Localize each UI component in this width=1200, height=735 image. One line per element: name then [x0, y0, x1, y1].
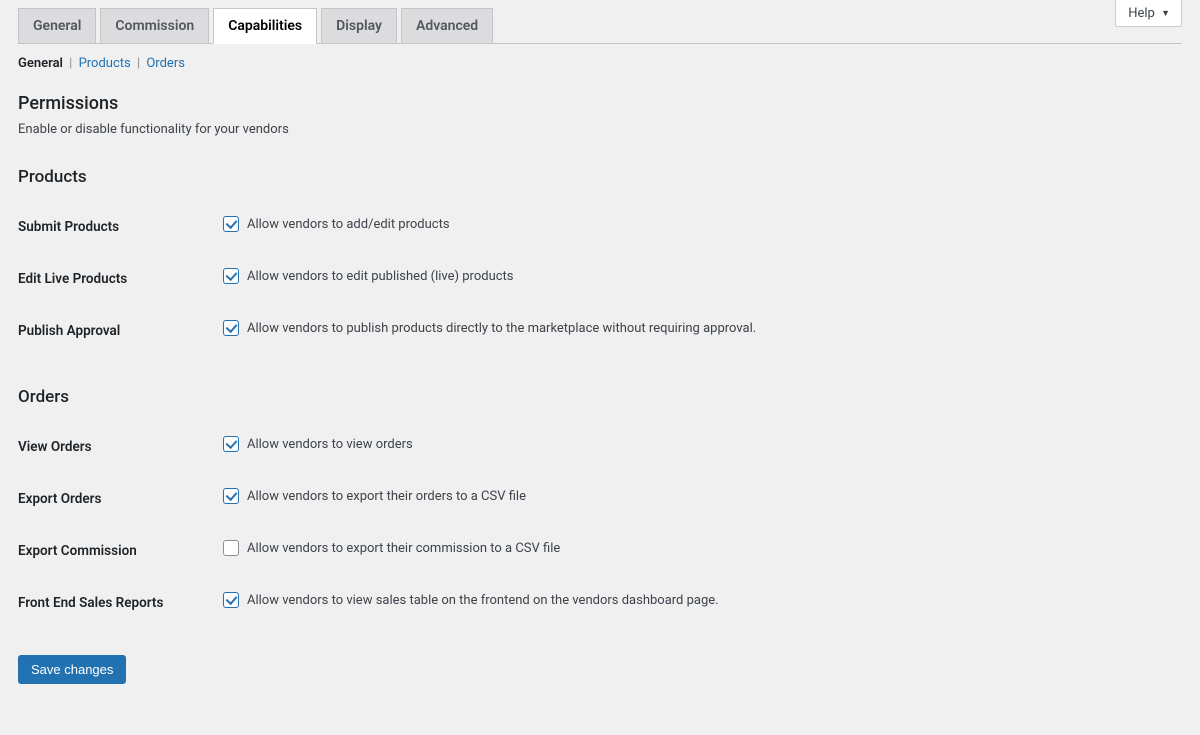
- subnav-products[interactable]: Products: [79, 56, 131, 71]
- save-changes-label: Save changes: [31, 662, 113, 677]
- checkbox-label-export-commission[interactable]: Allow vendors to export their commission…: [223, 540, 560, 556]
- checkbox-text-export-commission: Allow vendors to export their commission…: [247, 541, 560, 556]
- setting-field-edit-live-products: Allow vendors to edit published (live) p…: [223, 253, 1182, 305]
- checkbox-export-commission[interactable]: [223, 540, 239, 556]
- products-heading: Products: [18, 167, 1182, 187]
- checkbox-label-view-orders[interactable]: Allow vendors to view orders: [223, 436, 413, 452]
- tab-advanced[interactable]: Advanced: [401, 8, 493, 44]
- subnav-general[interactable]: General: [18, 56, 63, 71]
- orders-heading: Orders: [18, 387, 1182, 407]
- checkbox-text-export-orders: Allow vendors to export their orders to …: [247, 489, 526, 504]
- checkbox-text-submit-products: Allow vendors to add/edit products: [247, 217, 450, 232]
- separator: |: [66, 56, 76, 71]
- checkbox-label-publish-approval[interactable]: Allow vendors to publish products direct…: [223, 320, 756, 336]
- setting-label-export-orders: Export Orders: [18, 473, 223, 525]
- tab-commission[interactable]: Commission: [100, 8, 209, 44]
- separator: |: [134, 56, 144, 71]
- checkbox-label-export-orders[interactable]: Allow vendors to export their orders to …: [223, 488, 526, 504]
- checkbox-publish-approval[interactable]: [223, 320, 239, 336]
- save-changes-button[interactable]: Save changes: [18, 655, 126, 684]
- sub-nav: General | Products | Orders: [18, 56, 1182, 71]
- help-tab[interactable]: Help ▼: [1115, 0, 1182, 27]
- checkbox-front-end-sales-reports[interactable]: [223, 592, 239, 608]
- tab-general[interactable]: General: [18, 8, 96, 44]
- setting-row-export-commission: Export Commission Allow vendors to export…: [18, 525, 1182, 577]
- checkbox-edit-live-products[interactable]: [223, 268, 239, 284]
- setting-row-publish-approval: Publish Approval Allow vendors to publish…: [18, 305, 1182, 357]
- setting-row-edit-live-products: Edit Live Products Allow vendors to edit …: [18, 253, 1182, 305]
- checkbox-export-orders[interactable]: [223, 488, 239, 504]
- setting-row-export-orders: Export Orders Allow vendors to export the…: [18, 473, 1182, 525]
- setting-label-view-orders: View Orders: [18, 421, 223, 473]
- setting-field-publish-approval: Allow vendors to publish products direct…: [223, 305, 1182, 357]
- orders-settings-table: View Orders Allow vendors to view orders E…: [18, 421, 1182, 629]
- setting-field-export-commission: Allow vendors to export their commission…: [223, 525, 1182, 577]
- checkbox-text-view-orders: Allow vendors to view orders: [247, 437, 413, 452]
- checkbox-text-publish-approval: Allow vendors to publish products direct…: [247, 321, 756, 336]
- checkbox-label-edit-live-products[interactable]: Allow vendors to edit published (live) p…: [223, 268, 514, 284]
- setting-field-view-orders: Allow vendors to view orders: [223, 421, 1182, 473]
- checkbox-text-edit-live-products: Allow vendors to edit published (live) p…: [247, 269, 514, 284]
- checkbox-text-front-end-sales-reports: Allow vendors to view sales table on the…: [247, 593, 719, 608]
- setting-row-submit-products: Submit Products Allow vendors to add/edit…: [18, 201, 1182, 253]
- setting-row-view-orders: View Orders Allow vendors to view orders: [18, 421, 1182, 473]
- tab-display[interactable]: Display: [321, 8, 397, 44]
- help-label: Help: [1128, 6, 1155, 21]
- setting-label-front-end-sales-reports: Front End Sales Reports: [18, 577, 223, 629]
- checkbox-view-orders[interactable]: [223, 436, 239, 452]
- permissions-description: Enable or disable functionality for your…: [18, 122, 1182, 137]
- products-settings-table: Submit Products Allow vendors to add/edit…: [18, 201, 1182, 357]
- setting-field-front-end-sales-reports: Allow vendors to view sales table on the…: [223, 577, 1182, 629]
- permissions-heading: Permissions: [18, 93, 1182, 114]
- setting-field-export-orders: Allow vendors to export their orders to …: [223, 473, 1182, 525]
- primary-tab-bar: GeneralCommissionCapabilitiesDisplayAdva…: [18, 8, 1182, 44]
- checkbox-submit-products[interactable]: [223, 216, 239, 232]
- setting-label-submit-products: Submit Products: [18, 201, 223, 253]
- setting-label-export-commission: Export Commission: [18, 525, 223, 577]
- setting-label-publish-approval: Publish Approval: [18, 305, 223, 357]
- setting-label-edit-live-products: Edit Live Products: [18, 253, 223, 305]
- subnav-orders[interactable]: Orders: [146, 56, 185, 71]
- tab-capabilities[interactable]: Capabilities: [213, 8, 317, 44]
- checkbox-label-front-end-sales-reports[interactable]: Allow vendors to view sales table on the…: [223, 592, 719, 608]
- checkbox-label-submit-products[interactable]: Allow vendors to add/edit products: [223, 216, 450, 232]
- setting-field-submit-products: Allow vendors to add/edit products: [223, 201, 1182, 253]
- setting-row-front-end-sales-reports: Front End Sales Reports Allow vendors to …: [18, 577, 1182, 629]
- chevron-down-icon: ▼: [1161, 9, 1170, 19]
